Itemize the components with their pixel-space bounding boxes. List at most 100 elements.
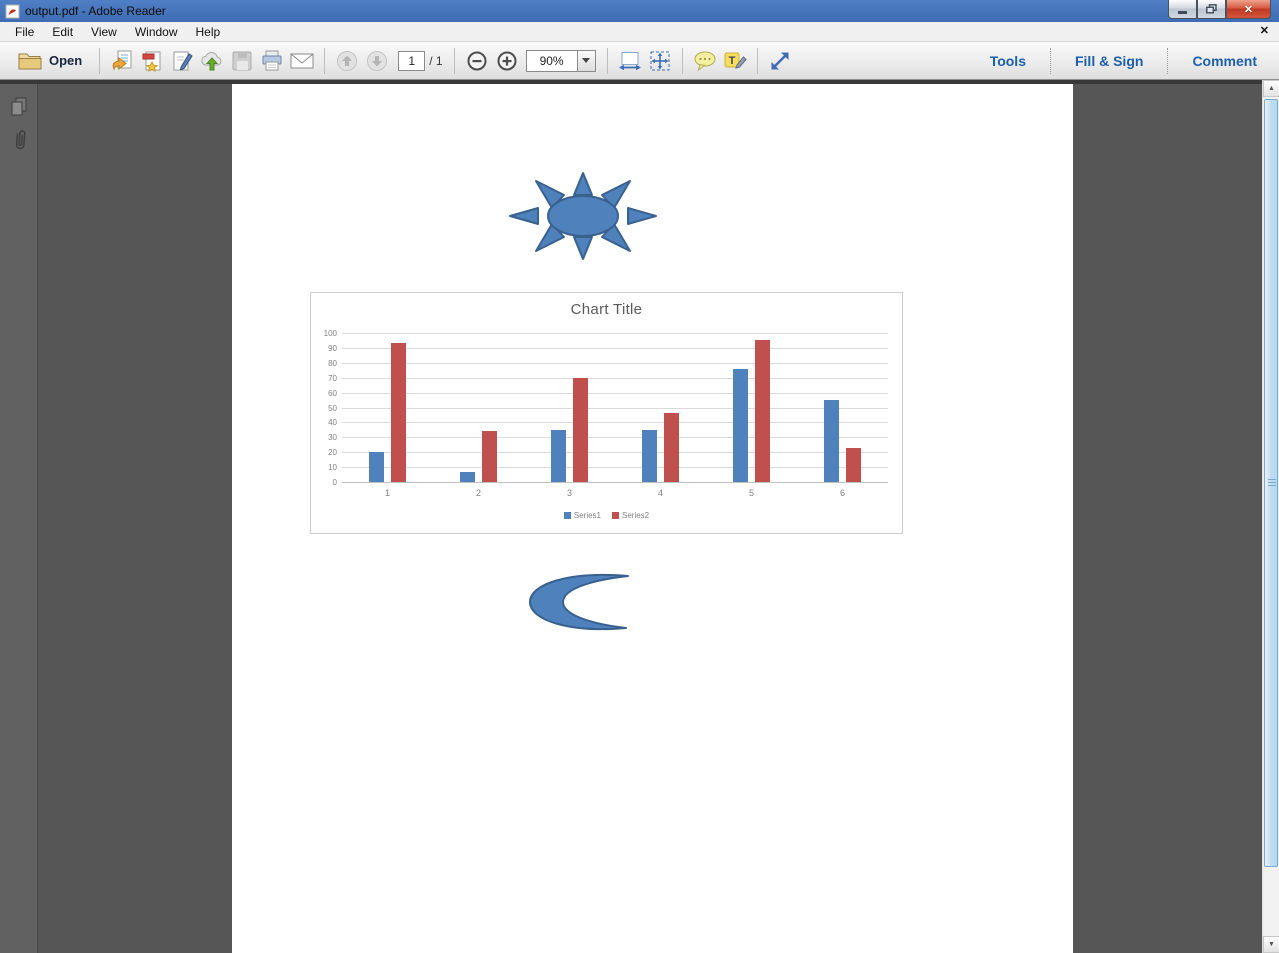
print-button[interactable] (257, 46, 287, 76)
zoom-in-icon (496, 50, 518, 72)
open-folder-icon (18, 52, 42, 70)
fullscreen-arrows-icon (769, 50, 791, 72)
y-axis-tick-label: 20 (311, 448, 337, 457)
bar-series2-cat6 (846, 448, 861, 482)
toolbar-shadow (0, 80, 1279, 84)
toolbar: Open (0, 42, 1279, 80)
comment-panel-button[interactable]: Comment (1178, 49, 1271, 73)
open-button-label: Open (49, 53, 82, 68)
y-axis-tick-label: 80 (311, 359, 337, 368)
toolbar-dotted-separator (1167, 48, 1168, 74)
chart-plot (342, 333, 888, 482)
x-axis-tick-label: 1 (342, 488, 433, 498)
gridline (342, 452, 888, 453)
fit-page-icon (649, 50, 671, 72)
document-badge-icon (140, 49, 164, 73)
title-bar: output.pdf - Adobe Reader ✕ (0, 0, 1279, 22)
email-icon (289, 51, 315, 71)
previous-page-button[interactable] (332, 46, 362, 76)
toolbar-separator (757, 48, 758, 74)
page-number-input[interactable] (398, 51, 425, 71)
x-axis-tick-label: 5 (706, 488, 797, 498)
minimize-button[interactable] (1168, 0, 1197, 19)
gridline (342, 378, 888, 379)
gridline (342, 393, 888, 394)
bar-series2-cat1 (391, 343, 406, 482)
menu-help[interactable]: Help (187, 23, 230, 41)
scroll-up-icon: ▲ (1268, 85, 1275, 92)
gridline (342, 333, 888, 334)
y-axis-tick-label: 70 (311, 374, 337, 383)
x-axis-tick-label: 6 (797, 488, 888, 498)
chevron-down-icon (582, 58, 590, 63)
vertical-scrollbar[interactable]: ▲ ▼ (1262, 80, 1279, 953)
x-axis-tick-label: 4 (615, 488, 706, 498)
toolbar-separator (324, 48, 325, 74)
attachments-button[interactable] (0, 124, 38, 158)
bar-series1-cat4 (642, 430, 657, 482)
fullscreen-button[interactable] (765, 46, 795, 76)
zoom-level-value[interactable]: 90% (526, 50, 578, 72)
fit-page-button[interactable] (645, 46, 675, 76)
fit-width-icon (618, 51, 642, 71)
chart-legend: Series1Series2 (311, 511, 902, 520)
sign-document-button[interactable] (167, 46, 197, 76)
gridline (342, 408, 888, 409)
close-button[interactable]: ✕ (1226, 0, 1271, 19)
bar-series1-cat1 (369, 452, 384, 482)
email-button[interactable] (287, 46, 317, 76)
sign-pen-icon (170, 49, 194, 73)
highlight-text-icon: T (723, 50, 747, 72)
bar-series1-cat5 (733, 369, 748, 482)
zoom-out-icon (466, 50, 488, 72)
menu-file[interactable]: File (6, 23, 43, 41)
window-title: output.pdf - Adobe Reader (25, 4, 166, 18)
zoom-in-button[interactable] (492, 46, 522, 76)
save-button[interactable] (227, 46, 257, 76)
bar-series2-cat5 (755, 340, 770, 482)
open-button[interactable]: Open (8, 52, 92, 70)
scroll-up-button[interactable]: ▲ (1263, 80, 1279, 97)
comment-balloon-icon (693, 50, 717, 72)
scrollbar-thumb[interactable] (1264, 99, 1278, 867)
toolbar-separator (454, 48, 455, 74)
window-controls: ✕ (1168, 0, 1271, 19)
send-file-button[interactable] (197, 46, 227, 76)
scroll-down-button[interactable]: ▼ (1263, 936, 1279, 953)
navigation-pane (0, 80, 38, 953)
highlight-text-button[interactable]: T (720, 46, 750, 76)
gridline (342, 467, 888, 468)
bar-chart: Chart Title Series1Series2 0102030405060… (310, 292, 903, 534)
gridline (342, 348, 888, 349)
menu-edit[interactable]: Edit (43, 23, 82, 41)
toolbar-panels: Tools Fill & Sign Comment (976, 48, 1271, 74)
restore-button[interactable] (1197, 0, 1226, 19)
menu-window[interactable]: Window (126, 23, 187, 41)
x-axis-tick-label: 3 (524, 488, 615, 498)
convert-pdf-button[interactable] (107, 46, 137, 76)
legend-item: Series1 (564, 511, 601, 520)
create-pdf-button[interactable] (137, 46, 167, 76)
chart-title: Chart Title (311, 301, 902, 318)
fit-width-button[interactable] (615, 46, 645, 76)
toolbar-separator (682, 48, 683, 74)
y-axis-tick-label: 30 (311, 433, 337, 442)
document-area: Chart Title Series1Series2 0102030405060… (0, 80, 1279, 953)
fill-sign-panel-button[interactable]: Fill & Sign (1061, 49, 1157, 73)
scrollbar-grip (1268, 479, 1276, 487)
page-thumbnails-button[interactable] (0, 90, 38, 124)
close-document-icon[interactable]: ✕ (1260, 26, 1269, 37)
close-icon: ✕ (1244, 3, 1253, 16)
zoom-dropdown-button[interactable] (578, 50, 596, 72)
gridline (342, 482, 888, 483)
comment-tool-button[interactable] (690, 46, 720, 76)
zoom-level-control: 90% (526, 50, 596, 72)
zoom-out-button[interactable] (462, 46, 492, 76)
tools-panel-button[interactable]: Tools (976, 49, 1040, 73)
y-axis-tick-label: 10 (311, 463, 337, 472)
menu-view[interactable]: View (82, 23, 126, 41)
gridline (342, 437, 888, 438)
legend-swatch-icon (564, 512, 571, 519)
next-page-button[interactable] (362, 46, 392, 76)
adobe-reader-window: output.pdf - Adobe Reader ✕ File Edit Vi… (0, 0, 1279, 953)
